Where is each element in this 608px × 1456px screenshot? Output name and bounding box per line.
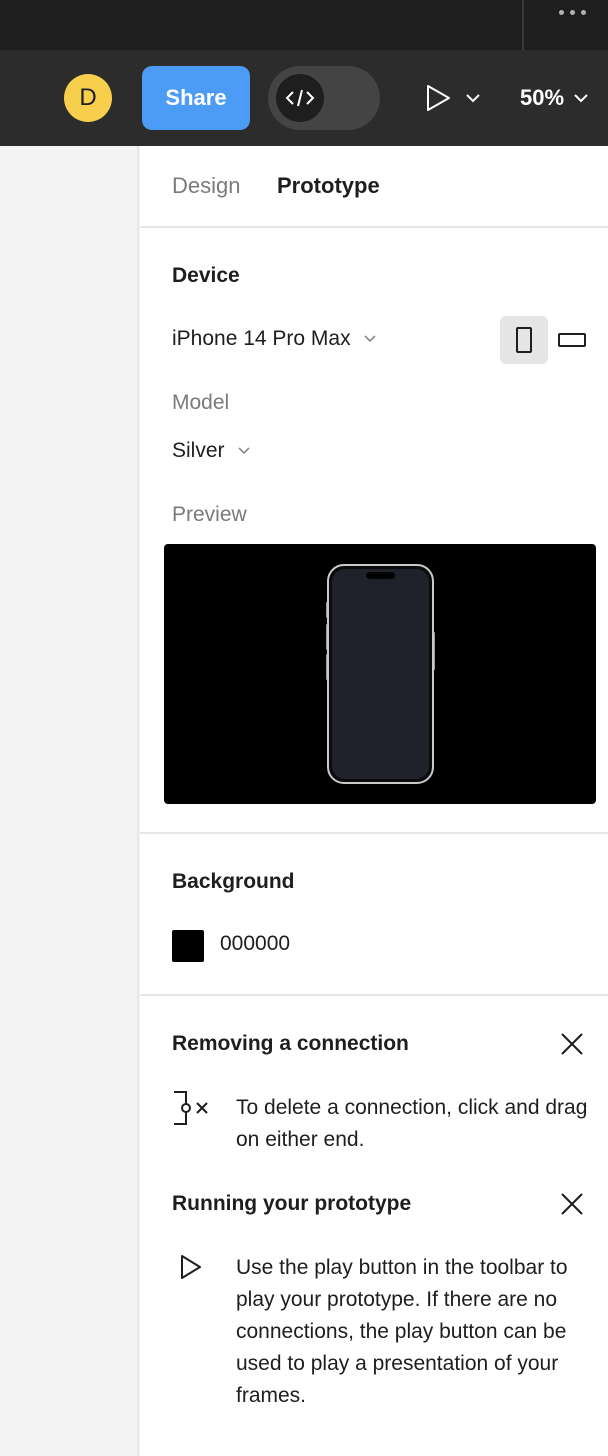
background-color-hex[interactable]: 000000 <box>220 932 290 956</box>
phone-mockup-image <box>326 564 435 784</box>
phone-landscape-icon <box>558 333 586 347</box>
play-icon <box>172 1252 212 1288</box>
device-section-title: Device <box>172 264 240 287</box>
share-button[interactable]: Share <box>142 66 250 130</box>
present-button[interactable] <box>424 80 480 116</box>
device-select-value: iPhone 14 Pro Max <box>172 327 351 350</box>
background-section-title: Background <box>172 870 295 893</box>
chevron-down-icon[interactable] <box>466 93 480 103</box>
close-icon[interactable] <box>556 1188 588 1220</box>
zoom-menu[interactable]: 50% <box>520 80 588 116</box>
avatar[interactable]: D <box>64 74 112 122</box>
chevron-down-icon <box>574 94 588 103</box>
close-icon[interactable] <box>556 1028 588 1060</box>
tip-title-running-prototype: Running your prototype <box>172 1192 412 1215</box>
device-select[interactable]: iPhone 14 Pro Max <box>172 327 377 351</box>
dev-mode-toggle[interactable] <box>268 66 380 130</box>
properties-panel: Design Prototype Device iPhone 14 Pro Ma… <box>140 146 608 1456</box>
landscape-orientation-button[interactable] <box>554 316 590 364</box>
title-bar <box>0 0 608 50</box>
toolbar: D Share 50% <box>0 50 608 146</box>
phone-portrait-icon <box>516 327 532 353</box>
tip-title-removing-connection: Removing a connection <box>172 1032 409 1055</box>
tab-design[interactable]: Design <box>172 173 240 199</box>
background-color-swatch[interactable] <box>172 930 204 962</box>
canvas-area[interactable] <box>0 146 139 1456</box>
code-icon <box>276 74 324 122</box>
device-preview <box>164 544 596 804</box>
section-divider <box>140 994 608 996</box>
tip-text-running-prototype: Use the play button in the toolbar to pl… <box>236 1256 568 1407</box>
panel-tabs: Design Prototype <box>140 146 608 228</box>
preview-label: Preview <box>172 503 247 526</box>
chevron-down-icon <box>364 335 376 343</box>
tab-prototype[interactable]: Prototype <box>277 173 380 199</box>
zoom-level: 50% <box>520 85 565 110</box>
chevron-down-icon <box>237 447 250 455</box>
model-select-value: Silver <box>172 439 225 462</box>
model-select[interactable]: Silver <box>172 439 251 463</box>
more-options-icon[interactable] <box>552 6 592 18</box>
tip-text-removing-connection: To delete a connection, click and drag o… <box>236 1096 588 1151</box>
portrait-orientation-button[interactable] <box>500 316 548 364</box>
remove-connection-icon <box>172 1090 212 1126</box>
section-divider <box>140 832 608 834</box>
model-label: Model <box>172 391 230 414</box>
play-icon <box>427 85 450 111</box>
title-bar-divider <box>522 0 524 50</box>
